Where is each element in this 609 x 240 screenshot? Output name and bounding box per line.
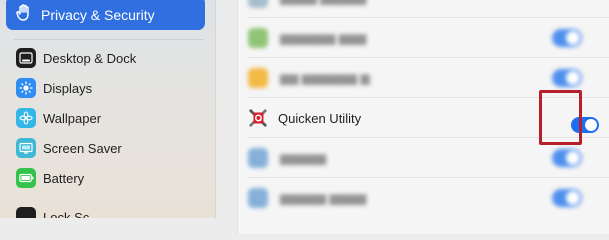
sun-icon [16,78,36,98]
sidebar-item-label: Battery [43,170,85,186]
app-icon [248,28,268,48]
app-icon [248,68,268,88]
toggle [552,149,582,167]
sidebar-item-displays[interactable]: Displays [16,77,206,99]
highlight-box [539,90,582,145]
hand-icon [16,3,32,27]
app-icon [248,188,268,208]
sidebar-item-label: Desktop & Dock [43,50,137,66]
battery-icon [16,168,36,188]
sidebar-divider [14,39,204,40]
sidebar-item-battery[interactable]: Battery [16,167,206,189]
toggle [552,29,582,47]
list-item: ▆▆▆▆▆▆ ▆▆▆ [238,18,609,58]
quicken-utility-icon [248,108,268,128]
dock-icon [16,48,36,68]
sidebar-item-label: Privacy & Security [41,7,155,23]
list-item: ▆▆▆▆▆ ▆▆▆▆ [238,178,609,218]
toggle [552,69,582,87]
app-name: Quicken Utility [278,110,362,126]
sidebar-item-label: Screen Saver [43,140,122,156]
sidebar-item-label: Wallpaper [43,110,102,126]
screen-saver-icon [16,138,36,158]
sidebar-item-label: Displays [43,80,93,96]
app-icon [248,0,268,8]
flower-icon [16,108,36,128]
sidebar-item-lock-screen[interactable]: Lock Sc [16,206,206,218]
toggle-knob [585,119,597,131]
sidebar: Privacy & Security Desktop & Dock Displa… [0,0,216,218]
sidebar-item-screen-saver[interactable]: Screen Saver [16,137,206,159]
sidebar-item-label: Lock Sc [43,209,90,219]
sidebar-item-wallpaper[interactable]: Wallpaper [16,107,206,129]
list-item: ▆▆▆▆ ▆▆▆▆▆ [238,0,609,18]
toggle [552,189,582,207]
sidebar-item-desktop-dock[interactable]: Desktop & Dock [16,47,206,69]
lock-icon [16,207,36,218]
app-icon [248,148,268,168]
sidebar-item-privacy-security[interactable]: Privacy & Security [6,0,205,30]
